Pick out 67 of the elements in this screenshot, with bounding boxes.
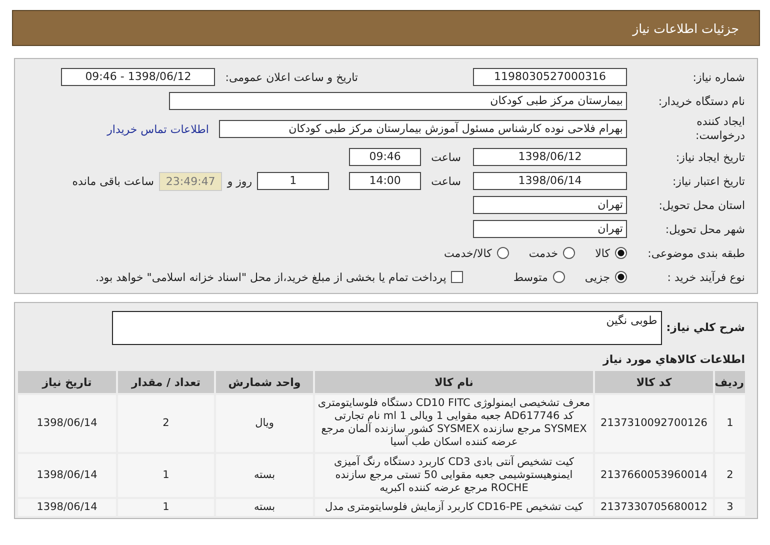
description-field: طوبی نگین [112, 311, 662, 345]
table-cell: کیت تشخیص آنتی بادی CD3 کاربرد دستگاه رنگ آمیزی ایمنوهیستوشیمی جعبه مقوایی 50 تستی مرجع سازنده ROCHE مرجع عرضه کننده اکبریه [315, 454, 593, 497]
city-field: تهران [473, 220, 627, 238]
days-field: 1 [257, 172, 330, 190]
table-cell: 1 [118, 498, 214, 516]
table-cell: معرف تشخیصی ایمنولوژی CD10 FITC دستگاه فلوسایتومتری کد AD617746 جعبه مقوایی 1 ویالی 1 ml نام تجارتی SYSMEX مرجع سازنده SYSMEX کشور سازنده آلمان مرجع عرضه کننده اسکان طب آسیا [315, 395, 593, 452]
table-cell: 1 [118, 454, 214, 497]
field-label: ساعت باقی مانده [72, 174, 154, 188]
table-cell: 1 [715, 395, 745, 452]
field-label: روز و [227, 174, 252, 188]
table-cell: ویال [216, 395, 313, 452]
province-field: تهران [473, 196, 627, 214]
radio-label: متوسط [513, 270, 548, 284]
field-label: استان محل تحویل: [658, 198, 745, 212]
field-label: ساعت [431, 150, 461, 164]
radio-label: کالا/خدمت [444, 246, 492, 260]
table-cell: 1398/06/14 [18, 498, 116, 516]
remaining-time-field: 23:49:47 [158, 172, 222, 190]
column-header: کد کالا [595, 371, 713, 393]
field-label: شرح کلي نیاز: [666, 321, 745, 334]
table-cell: 2137330705680012 [595, 498, 713, 516]
created-date-field: 1398/06/12 [473, 148, 627, 166]
section-title: اطلاعات کالاهاي مورد نياز [602, 353, 745, 366]
field-label: تاریخ و ساعت اعلان عمومی: [225, 70, 358, 84]
page-title: جزئیات اطلاعات نیاز [632, 20, 739, 36]
column-header: ردیف [715, 371, 745, 393]
column-header: تاریخ نیاز [18, 371, 116, 393]
table-cell: 2 [118, 395, 214, 452]
radio-button[interactable] [552, 271, 565, 283]
radio-button[interactable] [496, 247, 509, 259]
checkbox[interactable] [451, 271, 464, 283]
field-label: طبقه بندی موضوعی: [646, 246, 745, 260]
field-label: نام دستگاه خریدار: [657, 94, 745, 108]
buyer-contact-link[interactable]: اطلاعات تماس خریدار [107, 122, 209, 136]
radio-label: خدمت [528, 246, 558, 260]
field-label: تاریخ اعتبار نیاز: [671, 174, 745, 188]
field-label: شهر محل تحویل: [664, 222, 745, 236]
buyer-field: بیمارستان مرکز طبی کودکان [169, 92, 627, 110]
radio-button[interactable] [615, 271, 627, 283]
column-header: تعداد / مقدار [118, 371, 214, 393]
created-time-field: 09:46 [349, 148, 422, 166]
need-number-field: 1198030527000316 [473, 68, 627, 86]
radio-button[interactable] [563, 247, 576, 259]
table-cell: 3 [715, 498, 745, 516]
radio-button[interactable] [615, 247, 627, 259]
table-cell: کیت تشخیص CD16-PE کاربرد آزمایش فلوسایتومتری مدل [315, 498, 593, 516]
field-label: نوع فرآیند خرید : [666, 270, 745, 284]
table-cell: 1398/06/14 [18, 395, 116, 452]
valid-time-field: 14:00 [349, 172, 422, 190]
valid-date-field: 1398/06/14 [473, 172, 627, 190]
radio-label: جزیی [584, 270, 610, 284]
checkbox-label: پرداخت تمام یا بخشی از مبلغ خرید،از محل "اسناد خزانه اسلامی" خواهد بود. [96, 270, 446, 284]
column-header: واحد شمارش [216, 371, 313, 393]
field-label: شماره نیاز: [692, 70, 745, 84]
field-label: ایجاد کننده درخواست: [694, 115, 745, 143]
creator-field: بهرام فلاحی نوده کارشناس مسئول آموزش بیمارستان مرکز طبی کودکان [219, 120, 627, 138]
table-cell: بسته [216, 454, 313, 497]
announce-date-field: 1398/06/12 - 09:46 [61, 68, 216, 86]
table-cell: 2137310092700126 [595, 395, 713, 452]
field-label: ساعت [431, 174, 461, 188]
table-cell: 2 [715, 454, 745, 497]
table-cell: 2137660053960014 [595, 454, 713, 497]
table-cell: 1398/06/14 [18, 454, 116, 497]
column-header: نام کالا [315, 371, 593, 393]
field-label: تاریخ ایجاد نیاز: [674, 150, 745, 164]
radio-label: کالا [595, 246, 610, 260]
table-cell: بسته [216, 498, 313, 516]
